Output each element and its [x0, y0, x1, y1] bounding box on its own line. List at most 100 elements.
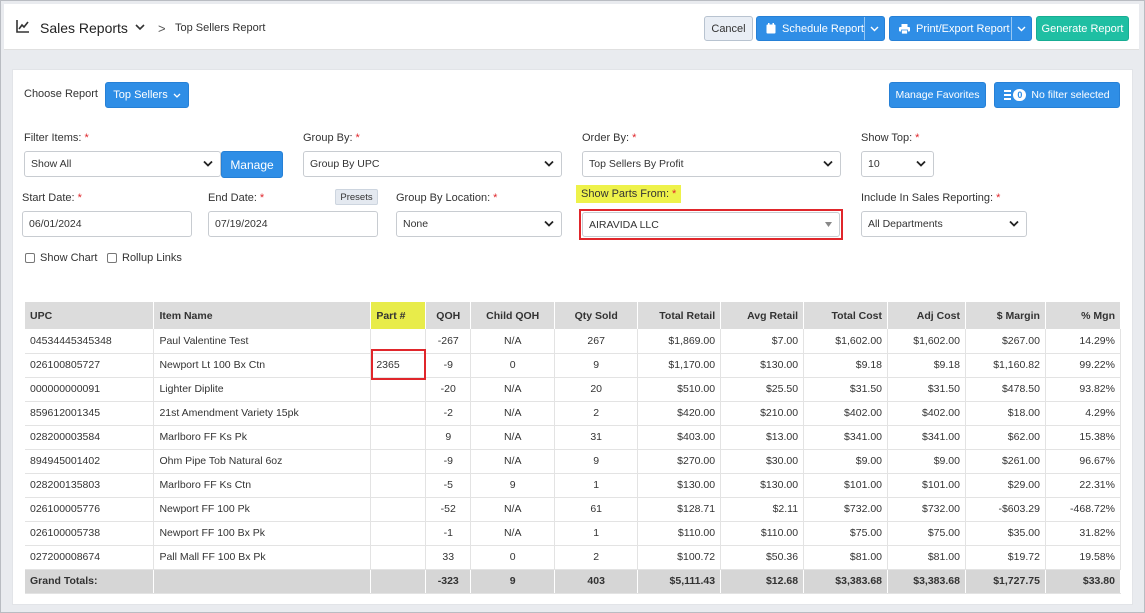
chevron-down-icon [1009, 220, 1019, 227]
table-row[interactable]: 026100805727 Newport Lt 100 Bx Ctn 2365 -9 0… [25, 353, 1122, 378]
cell-avg-retail: $13.00 [720, 425, 805, 450]
col-header-adj-cost[interactable]: Adj Cost [887, 302, 966, 329]
cell-adj-cost: $1,602.00 [887, 329, 966, 354]
page-title[interactable]: Sales Reports [40, 20, 128, 36]
cell-margin: $261.00 [965, 449, 1046, 474]
table-row[interactable]: 026100005738 Newport FF 100 Bx Pk -1 N/A 1 $1… [25, 521, 1122, 546]
cell-total-cost: $1,602.00 [803, 329, 889, 354]
group-by-location-select[interactable]: None [396, 211, 562, 237]
col-header-margin-pct[interactable]: % Mgn [1045, 302, 1122, 329]
col-header-item-name[interactable]: Item Name [153, 302, 372, 329]
cell-margin-pct: -468.72% [1045, 497, 1122, 522]
cell-item-name: Lighter Diplite [153, 377, 372, 402]
cancel-button[interactable]: Cancel [704, 16, 753, 41]
cell-margin-pct: 99.22% [1045, 353, 1122, 378]
cell-part-number [370, 449, 427, 474]
print-export-button[interactable]: Print/Export Report [889, 16, 1032, 41]
col-header-upc[interactable]: UPC [25, 302, 155, 329]
generate-report-button[interactable]: Generate Report [1036, 16, 1129, 41]
cell-total-retail: $110.00 [637, 521, 722, 546]
chevron-down-icon[interactable] [134, 21, 146, 33]
table-row[interactable]: 894945001402 Ohm Pipe Tob Natural 6oz -9 N/… [25, 449, 1122, 474]
cell-child-qoh: N/A [470, 497, 556, 522]
manage-favorites-button[interactable]: Manage Favorites [889, 82, 986, 108]
table-row[interactable]: 000000000091 Lighter Diplite -20 N/A 20 $510.… [25, 377, 1122, 402]
cancel-label: Cancel [711, 22, 746, 35]
chevron-down-icon [544, 220, 554, 227]
total-qoh: -323 [425, 569, 472, 594]
col-header-total-cost[interactable]: Total Cost [803, 302, 889, 329]
group-by-select[interactable]: Group By UPC [303, 151, 562, 177]
col-header-margin[interactable]: $ Margin [965, 302, 1046, 329]
show-chart-checkbox[interactable]: Show Chart [25, 252, 97, 264]
schedule-report-button[interactable]: Schedule Report [756, 16, 885, 41]
presets-button[interactable]: Presets [335, 189, 378, 205]
cell-upc: 026100805727 [25, 353, 155, 378]
chevron-down-icon [870, 26, 879, 31]
cell-margin: $267.00 [965, 329, 1046, 354]
cell-margin: $478.50 [965, 377, 1046, 402]
col-header-qoh[interactable]: QOH [425, 302, 472, 329]
cell-qoh: -2 [425, 401, 472, 426]
chevron-down-icon [1017, 26, 1026, 31]
show-top-label-text: Show Top: [861, 132, 913, 144]
cell-item-name: Marlboro FF Ks Pk [153, 425, 372, 450]
col-header-child-qoh[interactable]: Child QOH [470, 302, 556, 329]
chevron-down-icon [916, 160, 926, 167]
cell-total-cost: $9.18 [803, 353, 889, 378]
cell-part-number [370, 425, 427, 450]
required-mark: * [355, 132, 360, 144]
col-header-total-retail[interactable]: Total Retail [637, 302, 722, 329]
chevron-down-icon [544, 160, 554, 167]
checkbox-box[interactable] [25, 253, 35, 263]
cell-qoh: -20 [425, 377, 472, 402]
checkbox-box[interactable] [107, 253, 117, 263]
show-top-value: 10 [868, 158, 880, 170]
page-header: Sales Reports > Top Sellers Report Cance… [4, 4, 1139, 50]
filter-status-button[interactable]: 0 No filter selected [994, 82, 1120, 108]
table-row[interactable]: 026100005776 Newport FF 100 Pk -52 N/A 61 $12… [25, 497, 1122, 522]
cell-part-number [370, 521, 427, 546]
include-sales-label-text: Include In Sales Reporting: [861, 192, 994, 204]
show-top-select[interactable]: 10 [861, 151, 934, 177]
include-sales-label: Include In Sales Reporting: * [861, 192, 1000, 204]
cell-upc: 894945001402 [25, 449, 155, 474]
show-parts-from-label: Show Parts From: * [576, 185, 682, 203]
cell-qty-sold: 2 [554, 545, 639, 570]
manage-items-button[interactable]: Manage [221, 151, 283, 178]
filter-items-select[interactable]: Show All [24, 151, 221, 177]
cell-margin-pct: 19.58% [1045, 545, 1122, 570]
cell-adj-cost: $9.00 [887, 449, 966, 474]
cell-total-cost: $31.50 [803, 377, 889, 402]
cell-margin: $19.72 [965, 545, 1046, 570]
end-date-input[interactable]: 07/19/2024 [208, 211, 378, 237]
schedule-dropdown-toggle[interactable] [864, 17, 884, 40]
cell-total-retail: $1,869.00 [637, 329, 722, 354]
show-parts-from-label-text: Show Parts From: [581, 188, 670, 200]
print-dropdown-toggle[interactable] [1011, 17, 1031, 40]
cell-total-retail: $130.00 [637, 473, 722, 498]
cell-upc: 026100005776 [25, 497, 155, 522]
total-total-retail: $5,111.43 [637, 569, 722, 594]
manage-label: Manage [230, 157, 274, 172]
table-row[interactable]: 027200008674 Pall Mall FF 100 Bx Pk 33 0 2 $1… [25, 545, 1122, 570]
col-header-qty-sold[interactable]: Qty Sold [554, 302, 639, 329]
cell-part-number [370, 545, 427, 570]
rollup-links-checkbox[interactable]: Rollup Links [107, 252, 182, 264]
table-row[interactable]: 04534445345348 Paul Valentine Test -267 N/A… [25, 329, 1122, 354]
col-header-avg-retail[interactable]: Avg Retail [720, 302, 805, 329]
include-sales-select[interactable]: All Departments [861, 211, 1027, 237]
cell-avg-retail: $7.00 [720, 329, 805, 354]
table-row[interactable]: 028200003584 Marlboro FF Ks Pk 9 N/A 31 $403.… [25, 425, 1122, 450]
table-row[interactable]: 859612001345 21st Amendment Variety 15pk -… [25, 401, 1122, 426]
col-header-part-number[interactable]: Part # [370, 302, 427, 329]
table-row[interactable]: 028200135803 Marlboro FF Ks Ctn -5 9 1 $130.0… [25, 473, 1122, 498]
chevron-down-icon [823, 160, 833, 167]
presets-label: Presets [340, 191, 373, 203]
order-by-select[interactable]: Top Sellers By Profit [582, 151, 841, 177]
cell-qoh: -9 [425, 353, 472, 378]
start-date-input[interactable]: 06/01/2024 [22, 211, 192, 237]
cell-child-qoh: N/A [470, 521, 556, 546]
choose-report-dropdown[interactable]: Top Sellers [105, 82, 189, 108]
filter-items-label-text: Filter Items: [24, 132, 82, 144]
